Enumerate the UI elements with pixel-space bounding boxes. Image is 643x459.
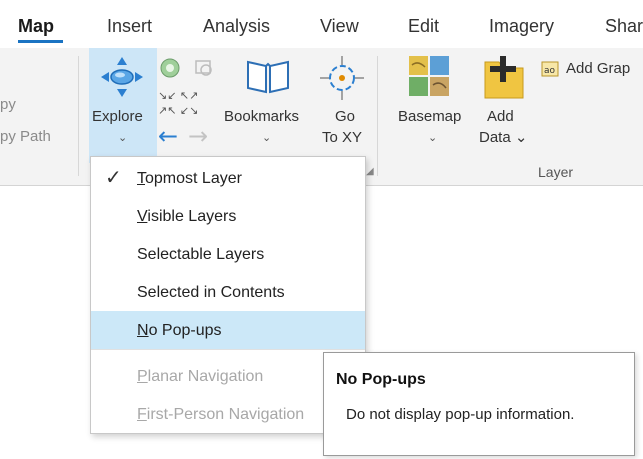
menu-item-label: Planar Navigation <box>137 368 264 385</box>
svg-text:↘↙ ↖↗: ↘↙ ↖↗ <box>158 89 198 102</box>
checkmark-icon: ✓ <box>105 167 122 189</box>
menu-item-label: No Pop-ups <box>137 322 222 339</box>
tab-view[interactable]: View <box>320 16 359 37</box>
go-to-xy-button[interactable]: Go <box>335 106 355 127</box>
tab-imagery[interactable]: Imagery <box>489 16 554 37</box>
add-data-label: Data ⌄ <box>479 129 528 146</box>
menu-item-label: Selectable Layers <box>137 246 265 263</box>
graphics-layer-icon: ao <box>541 61 559 77</box>
book-icon <box>247 60 289 94</box>
menu-item-selectable-layers[interactable]: Selectable Layers <box>91 235 365 273</box>
add-data-button[interactable]: Add <box>487 106 514 127</box>
tab-edit[interactable]: Edit <box>408 16 439 37</box>
svg-text:←: ← <box>158 122 178 148</box>
ribbon-tab-bar: Map Insert Analysis View Edit Imagery Sh… <box>0 0 643 48</box>
menu-divider <box>91 349 365 350</box>
basemap-grid-icon <box>409 56 449 96</box>
tooltip-title: No Pop-ups <box>336 371 426 388</box>
svg-text:→: → <box>188 122 208 148</box>
tab-insert[interactable]: Insert <box>107 16 152 37</box>
ribbon-group-divider <box>78 56 79 176</box>
bookmarks-button[interactable]: Bookmarks <box>224 106 299 127</box>
layer-group-label: Layer <box>538 164 574 180</box>
crosshair-icon <box>320 56 364 100</box>
add-data-icon <box>484 56 524 99</box>
menu-item-topmost-layer[interactable]: ✓ Topmost Layer <box>91 159 365 197</box>
active-tab-indicator <box>18 40 63 43</box>
add-graphics-layer-button[interactable]: Add Grap <box>566 58 630 79</box>
pan-arrows-icon <box>101 57 143 97</box>
basemap-button[interactable]: Basemap <box>398 106 461 127</box>
menu-item-label: Selected in Contents <box>137 284 285 301</box>
tab-map[interactable]: Map <box>18 16 54 37</box>
tooltip: No Pop-ups Do not display pop-up informa… <box>323 352 635 456</box>
go-to-xy-label: To XY <box>322 129 363 146</box>
menu-item-label: Visible Layers <box>137 208 237 225</box>
chevron-down-icon: ⌄ <box>118 132 128 144</box>
chevron-down-icon: ⌄ <box>428 132 438 144</box>
menu-item-label: First-Person Navigation <box>137 406 305 423</box>
tab-share[interactable]: Shar <box>605 16 643 37</box>
menu-item-label: Topmost Layer <box>137 170 242 187</box>
svg-text:ao: ao <box>544 66 556 76</box>
menu-item-visible-layers[interactable]: Visible Layers <box>91 197 365 235</box>
chevron-down-icon: ⌄ <box>262 132 272 144</box>
explore-label: Explore <box>92 108 143 125</box>
ribbon-group-divider <box>377 56 378 176</box>
tooltip-description: Do not display pop-up information. <box>346 406 575 423</box>
dialog-launcher-icon[interactable]: ◢ <box>366 166 374 177</box>
menu-item-selected-in-contents[interactable]: Selected in Contents <box>91 273 365 311</box>
tab-analysis[interactable]: Analysis <box>203 16 270 37</box>
clipped-ribbon-label[interactable]: py <box>0 96 16 113</box>
svg-text:↗↖ ↙↘: ↗↖ ↙↘ <box>158 104 198 117</box>
menu-item-no-popups[interactable]: No Pop-ups <box>91 311 365 349</box>
navigation-tools-icons: ↘↙ ↖↗ ↗↖ ↙↘ ← → <box>158 58 212 148</box>
clipped-ribbon-label[interactable]: py Path <box>0 128 51 145</box>
